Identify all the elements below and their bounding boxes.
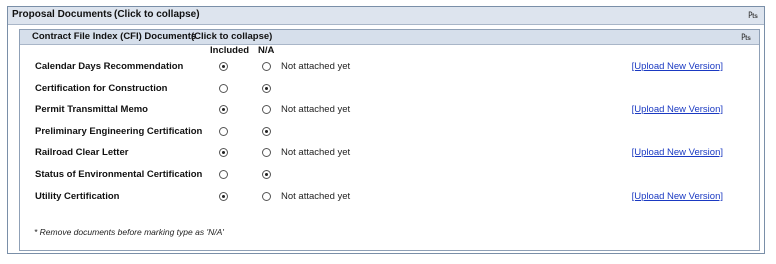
attachment-status: Not attached yet (281, 191, 351, 202)
list-item: Utility Certification Not attached yet [Up… (20, 188, 759, 206)
attachment-status: Not attached yet (281, 61, 351, 72)
pin-icon[interactable]: ₧ (748, 10, 758, 20)
list-item: Railroad Clear Letter Not attached yet [Up… (20, 144, 759, 162)
document-label: Railroad Clear Letter (35, 147, 129, 158)
included-radio[interactable] (219, 148, 228, 157)
upload-new-version-link[interactable]: [Upload New Version] (632, 147, 723, 158)
pin-icon[interactable]: ₧ (741, 32, 751, 42)
column-header-included: Included (210, 45, 250, 56)
cfi-collapse-hint[interactable]: (Click to collapse) (191, 31, 272, 42)
document-label: Certification for Construction (35, 83, 168, 94)
na-radio[interactable] (262, 148, 271, 157)
included-radio[interactable] (219, 127, 228, 136)
upload-new-version-link[interactable]: [Upload New Version] (632, 61, 723, 72)
upload-new-version-link[interactable]: [Upload New Version] (632, 191, 723, 202)
na-radio[interactable] (262, 170, 271, 179)
proposal-collapse-hint[interactable]: (Click to collapse) (114, 9, 200, 20)
proposal-documents-header[interactable]: Proposal Documents (Click to collapse) ₧ (8, 7, 764, 25)
attachment-status: Not attached yet (281, 147, 351, 158)
list-item: Calendar Days Recommendation Not attached… (20, 58, 759, 76)
upload-new-version-link[interactable]: [Upload New Version] (632, 104, 723, 115)
list-item: Permit Transmittal Memo Not attached yet [… (20, 101, 759, 119)
document-label: Calendar Days Recommendation (35, 61, 184, 72)
included-radio[interactable] (219, 170, 228, 179)
document-label: Status of Environmental Certification (35, 169, 203, 180)
column-header-na: N/A (258, 45, 275, 56)
document-label: Utility Certification (35, 191, 120, 202)
document-label: Preliminary Engineering Certification (35, 126, 203, 137)
footnote: * Remove documents before marking type a… (34, 227, 224, 237)
proposal-documents-panel: Proposal Documents (Click to collapse) ₧… (7, 6, 765, 254)
list-item: Status of Environmental Certification (20, 166, 759, 184)
na-radio[interactable] (262, 62, 271, 71)
cfi-documents-panel: Contract File Index (CFI) Documents (Cli… (19, 29, 760, 251)
document-label: Permit Transmittal Memo (35, 104, 148, 115)
included-radio[interactable] (219, 84, 228, 93)
na-radio[interactable] (262, 127, 271, 136)
list-item: Certification for Construction (20, 80, 759, 98)
attachment-status: Not attached yet (281, 104, 351, 115)
included-radio[interactable] (219, 62, 228, 71)
na-radio[interactable] (262, 84, 271, 93)
na-radio[interactable] (262, 192, 271, 201)
cfi-documents-header[interactable]: Contract File Index (CFI) Documents (Cli… (20, 30, 759, 45)
proposal-documents-title: Proposal Documents (12, 9, 113, 20)
cfi-documents-title: Contract File Index (CFI) Documents (32, 31, 197, 42)
included-radio[interactable] (219, 105, 228, 114)
list-item: Preliminary Engineering Certification (20, 123, 759, 141)
included-radio[interactable] (219, 192, 228, 201)
na-radio[interactable] (262, 105, 271, 114)
